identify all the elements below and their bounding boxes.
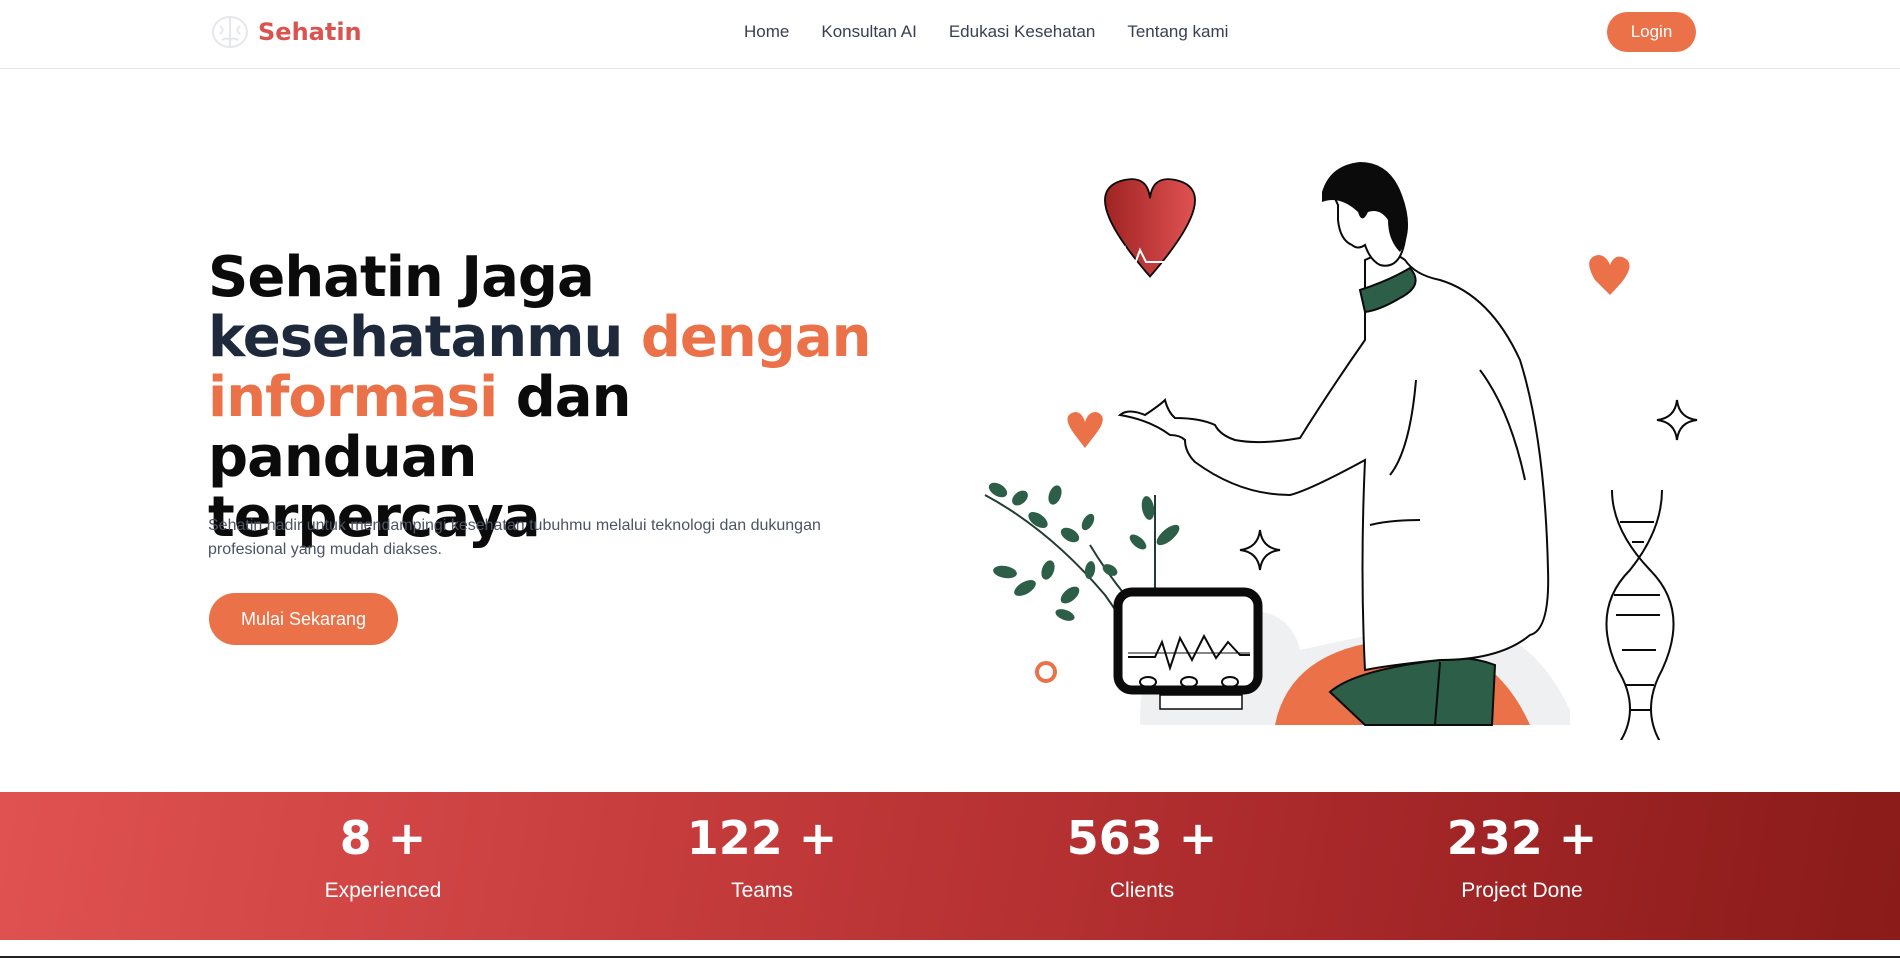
heart-right-icon	[1589, 255, 1630, 295]
stat-teams: 122 + Teams	[632, 810, 892, 906]
nav-home[interactable]: Home	[744, 22, 789, 42]
heart-small-icon	[1067, 412, 1103, 448]
sparkle-icon	[1239, 529, 1281, 571]
hero-title-word-accent2: informasi	[208, 365, 498, 430]
nav-konsultan-ai[interactable]: Konsultan AI	[821, 22, 916, 42]
brain-logo-icon	[212, 16, 248, 48]
hero-illustration	[984, 162, 1698, 740]
hero-title-line1: Sehatin Jaga	[208, 245, 595, 310]
stat-value: 232 +	[1446, 811, 1598, 865]
navbar: Sehatin Home Konsultan AI Edukasi Keseha…	[0, 0, 1900, 69]
stat-clients: 563 + Clients	[1012, 810, 1272, 906]
hero-title-word-dark: kesehatanmu	[208, 305, 623, 370]
divider	[0, 956, 1900, 958]
brand-name: Sehatin	[258, 18, 362, 46]
hero-title-word-accent1: dengan	[640, 305, 872, 370]
nav-links: Home Konsultan AI Edukasi Kesehatan Tent…	[744, 22, 1228, 42]
sparkle-icon-2	[1656, 399, 1698, 441]
nav-tentang-kami[interactable]: Tentang kami	[1127, 22, 1228, 42]
stats-band: 8 + Experienced 122 + Teams 563 + Client…	[0, 792, 1900, 940]
nav-edukasi-kesehatan[interactable]: Edukasi Kesehatan	[949, 22, 1096, 42]
stat-label: Teams	[731, 879, 793, 902]
start-now-button[interactable]: Mulai Sekarang	[209, 593, 398, 645]
stat-label: Experienced	[324, 879, 442, 902]
stat-label: Clients	[1109, 879, 1175, 902]
stat-value: 122 +	[686, 811, 838, 865]
heart-monitor-icon	[1113, 587, 1263, 710]
stat-project-done: 232 + Project Done	[1392, 810, 1652, 906]
dna-icon	[1605, 489, 1675, 740]
stat-value: 8 +	[339, 811, 427, 865]
stat-label: Project Done	[1461, 879, 1583, 902]
brand[interactable]: Sehatin	[210, 12, 362, 52]
ring-shape	[1035, 661, 1057, 683]
hero-title: Sehatin Jaga kesehatanmu dengan informas…	[208, 248, 908, 548]
login-button[interactable]: Login	[1607, 12, 1696, 52]
hero-description: Sehatin hadir untuk mendampingi kesehata…	[208, 517, 821, 558]
heart-pulse-icon	[1098, 178, 1196, 278]
stat-value: 563 +	[1066, 811, 1218, 865]
stat-experienced: 8 + Experienced	[253, 810, 513, 906]
